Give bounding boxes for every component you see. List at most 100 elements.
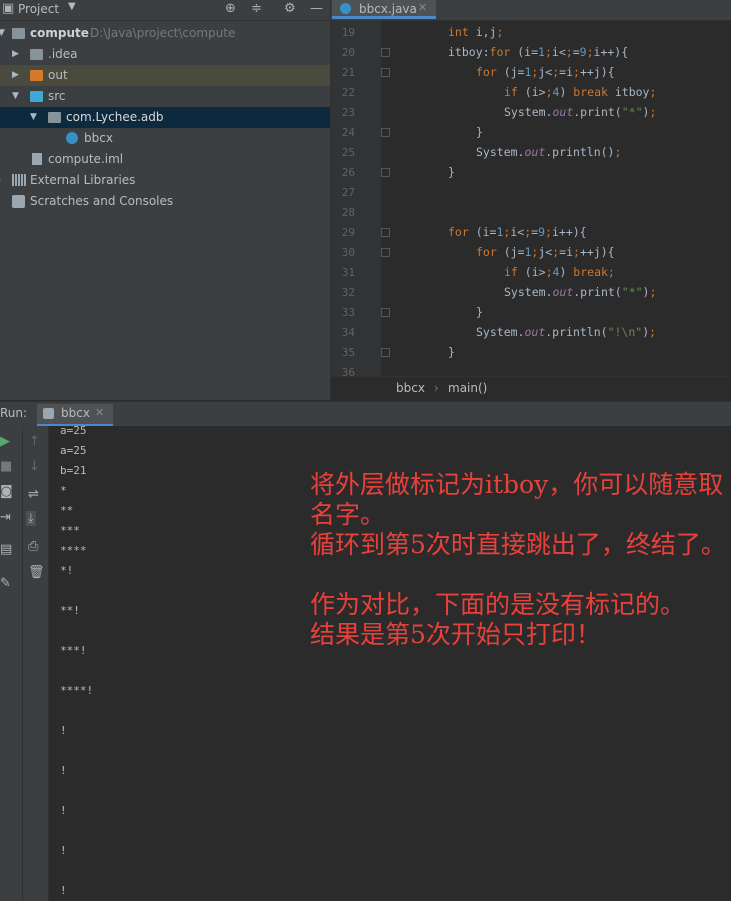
annotation-paragraph: 结果是第5次开始只打印！ (310, 620, 601, 649)
java-class-icon (66, 132, 78, 144)
tree-item-path: D:\Java\project\compute (90, 26, 236, 40)
scratches-icon (12, 195, 25, 208)
tree-item-idea[interactable]: ▶ .idea (0, 44, 330, 65)
fold-marker-icon[interactable] (381, 248, 390, 257)
tree-item-scratches[interactable]: Scratches and Consoles (0, 191, 330, 212)
run-config-icon (43, 408, 54, 419)
code-editor[interactable] (331, 0, 731, 400)
arrow-down-icon[interactable]: ↓ (29, 459, 40, 474)
layout-icon[interactable]: ▤ (0, 542, 12, 557)
code-line-30[interactable]: for (j=1;j<;=i;++j){ (476, 245, 615, 259)
arrow-up-icon[interactable]: ↑ (29, 434, 40, 449)
breadcrumb-item-method[interactable]: main() (448, 381, 487, 395)
code-line-34[interactable]: System.out.println("!\n"); (476, 325, 656, 339)
locate-icon[interactable]: ⊕ (225, 1, 236, 16)
console-line: **! (60, 604, 80, 617)
tree-item-label: compute (30, 26, 89, 40)
hide-panel-icon[interactable]: — (310, 1, 323, 16)
console-line: *** (60, 524, 80, 537)
excluded-folder-icon (30, 70, 43, 81)
rerun-icon[interactable]: ▶ (0, 434, 10, 449)
code-line-32[interactable]: System.out.print("*"); (504, 285, 656, 299)
scroll-to-end-icon[interactable]: ⤓ (26, 511, 36, 526)
file-icon (32, 153, 42, 165)
pin-icon[interactable]: ✎ (0, 576, 11, 591)
chevron-right-icon: › (434, 381, 439, 395)
code-line-25[interactable]: System.out.println(); (476, 145, 621, 159)
console-line: ***! (60, 644, 87, 657)
tree-item-compute[interactable]: ▼ compute D:\Java\project\compute (0, 23, 330, 44)
gear-icon[interactable]: ⚙ (284, 1, 296, 16)
chevron-down-icon[interactable]: ▼ (12, 86, 19, 107)
line-number: 23 (341, 106, 355, 119)
fold-marker-icon[interactable] (381, 168, 390, 177)
chevron-right-icon[interactable]: ▶ (0, 170, 1, 191)
code-line-21[interactable]: for (j=1;j<;=i;++j){ (476, 65, 615, 79)
login-icon[interactable]: ⇥ (0, 510, 11, 525)
fold-marker-icon[interactable] (381, 228, 390, 237)
project-panel-header: ▣ Project ▼ ⊕ ≑ ⚙ — (0, 0, 330, 21)
tree-item-src[interactable]: ▼ src (0, 86, 330, 107)
collapse-all-icon[interactable]: ≑ (251, 1, 262, 16)
line-number: 30 (341, 246, 355, 259)
code-line-35[interactable]: } (448, 345, 455, 359)
console-line: ! (60, 844, 67, 857)
camera-icon[interactable]: ◙ (0, 484, 13, 499)
console-line: ! (60, 884, 67, 897)
code-line-26[interactable]: } (448, 165, 455, 179)
run-tab-bbcx[interactable]: bbcx ✕ (37, 404, 113, 426)
tree-item-label: bbcx (84, 131, 113, 145)
fold-marker-icon[interactable] (381, 128, 390, 137)
line-number: 27 (341, 186, 355, 199)
fold-marker-icon[interactable] (381, 48, 390, 57)
tree-item-label: src (48, 89, 66, 103)
project-panel-title[interactable]: Project (18, 2, 59, 16)
tree-item-bbcx[interactable]: bbcx (0, 128, 330, 149)
fold-marker-icon[interactable] (381, 308, 390, 317)
code-line-19[interactable]: int i,j; (448, 25, 503, 39)
line-number: 20 (341, 46, 355, 59)
breadcrumb-item-class[interactable]: bbcx (396, 381, 425, 395)
tree-item-out[interactable]: ▶ out (0, 65, 330, 86)
chevron-down-icon[interactable]: ▼ (0, 23, 5, 44)
soft-wrap-icon[interactable]: ⇌ (28, 487, 39, 502)
line-number: 19 (341, 26, 355, 39)
chevron-right-icon[interactable]: ▶ (12, 65, 19, 86)
chevron-right-icon[interactable]: ▶ (12, 44, 19, 65)
line-number: 24 (341, 126, 355, 139)
code-line-23[interactable]: System.out.print("*"); (504, 105, 656, 119)
close-icon[interactable]: ✕ (418, 1, 427, 14)
run-toolbar-primary: ▶ ■ ◙ ⇥ ▤ ✎ (0, 426, 23, 901)
code-line-31[interactable]: if (i>;4) break; (504, 265, 615, 279)
run-panel-label: Run: (0, 406, 28, 420)
folder-icon (30, 49, 43, 60)
print-icon[interactable]: ⎙ (28, 539, 38, 554)
console-line: **** (60, 544, 87, 557)
tree-item-label: Scratches and Consoles (30, 194, 174, 208)
trash-icon[interactable]: 🗑 (28, 565, 45, 580)
chevron-down-icon[interactable]: ▼ (30, 107, 37, 128)
stop-icon[interactable]: ■ (0, 459, 12, 474)
fold-marker-icon[interactable] (381, 68, 390, 77)
line-number: 34 (341, 326, 355, 339)
tree-item-label: out (48, 68, 68, 82)
tree-item-label: External Libraries (30, 173, 136, 187)
fold-marker-icon[interactable] (381, 348, 390, 357)
line-number: 25 (341, 146, 355, 159)
code-line-20[interactable]: itboy:for (i=1;i<;=9;i++){ (448, 45, 628, 59)
editor-tab-bbcx[interactable]: bbcx.java ✕ (332, 0, 436, 19)
code-line-29[interactable]: for (i=1;i<;=9;i++){ (448, 225, 587, 239)
tree-item-package[interactable]: ▼ com.Lychee.adb (0, 107, 330, 128)
tree-item-external-libraries[interactable]: ▶ External Libraries (0, 170, 330, 191)
code-line-24[interactable]: } (476, 125, 483, 139)
tree-item-compute-iml[interactable]: compute.iml (0, 149, 330, 170)
code-line-33[interactable]: } (476, 305, 483, 319)
console-line: ! (60, 804, 67, 817)
close-icon[interactable]: ✕ (95, 406, 104, 419)
code-line-22[interactable]: if (i>;4) break itboy; (504, 85, 656, 99)
chevron-down-icon[interactable]: ▼ (68, 1, 76, 12)
console-line: ! (60, 764, 67, 777)
project-view-icon[interactable]: ▣ (2, 1, 14, 16)
console-line: a=25 (60, 444, 87, 457)
line-number: 28 (341, 206, 355, 219)
